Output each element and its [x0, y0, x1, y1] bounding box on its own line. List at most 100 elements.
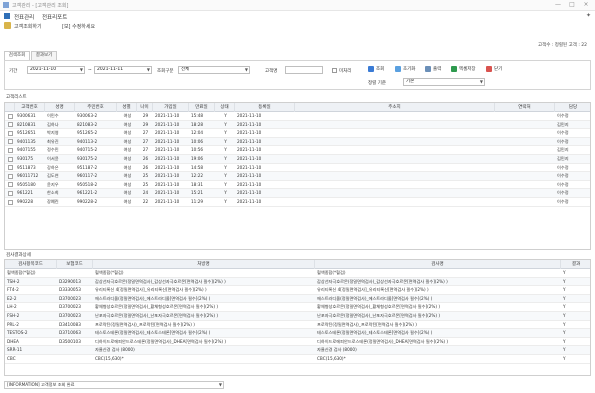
header-expire[interactable]: 만료일 [189, 103, 215, 112]
table-cell: Y [563, 313, 566, 318]
table-row[interactable]: 9300631 이민수 930063-2 여성 29 2021-11-10 15:48 Y 20… [5, 112, 590, 121]
tab-results[interactable]: 결과보기 [31, 51, 57, 60]
name-input[interactable] [285, 66, 323, 74]
table-row[interactable]: LH-2 D3700023 황체형성호르몬(정밀면역검사)_황체형성호르몬[면역검사… [5, 303, 590, 312]
table-row[interactable]: FSH-2 D3700023 난포자극호르몬(정밀면역검사)_난포자극호르몬[면역검… [5, 312, 590, 321]
close-button-label: 닫기 [494, 67, 503, 72]
table-cell: 황체형성호르몬(정밀면역검사)_황체형성호르몬[면역검사 필수](2%) ) [95, 304, 219, 310]
header-resident-no[interactable]: 주민번호 [75, 103, 117, 112]
table-row[interactable]: E2-2 D3700023 에스트라디올(정밀면역검사)_에스트라디올[면역검사 필… [5, 294, 590, 304]
table-cell: 10:06 [191, 138, 204, 144]
sort-select[interactable]: 기본 ▼ [403, 78, 485, 86]
table-row[interactable]: SRR-11 자율신경 검사 (8000) 자율신경 검사 (8000) Y [5, 346, 590, 355]
menu-item-slip-manage[interactable]: 전표관리 [14, 13, 34, 21]
table-cell: 2021-11-10 [237, 130, 262, 136]
customer-table-header: 고객번호 성명 주민번호 성별 나이 가입일 만료일 상태 등록일 주소지 연락… [5, 103, 590, 112]
print-button[interactable]: 출력 [425, 65, 441, 74]
header-test-code[interactable]: 검사항목코드 [5, 260, 57, 269]
row-checkbox[interactable] [7, 173, 13, 179]
row-checkbox[interactable] [7, 190, 13, 196]
table-cell [297, 172, 494, 180]
header-address[interactable]: 주소지 [295, 103, 495, 112]
row-checkbox[interactable] [7, 199, 13, 205]
header-contact[interactable]: 연락처 [495, 103, 555, 112]
table-row[interactable]: CBC CBC(15,630)* CBC(15,630)* Y [5, 355, 590, 364]
row-checkbox[interactable] [7, 122, 13, 128]
search-button[interactable]: 조회 [368, 65, 384, 74]
name-label: 고객명 [265, 69, 278, 74]
table-cell: 2021-11-10 [155, 181, 180, 187]
header-age[interactable]: 나이 [137, 103, 153, 112]
table-cell: 김하나 [47, 121, 59, 127]
table-row[interactable]: 961221 한소희 961221-2 여성 24 2021-11-10 15:21 Y 202… [5, 189, 590, 198]
row-checkbox[interactable] [7, 139, 13, 145]
table-row[interactable]: 9512651 박지영 951265-2 여성 27 2021-11-10 12:04 Y 20… [5, 129, 590, 138]
close-window-button[interactable]: × [579, 1, 593, 9]
row-checkbox[interactable] [7, 165, 13, 171]
close-button[interactable]: 닫기 [486, 65, 502, 74]
header-insurance-code[interactable]: 보험코드 [57, 260, 93, 269]
row-checkbox[interactable] [7, 113, 13, 119]
table-cell [297, 112, 494, 120]
header-join-date[interactable]: 가입일 [153, 103, 189, 112]
status-bar: [INFORMATION] 고객정보 조회 완료 ▼ [4, 381, 591, 390]
header-reg-date[interactable]: 등록일 [235, 103, 295, 112]
header-result[interactable]: 결과 [561, 260, 590, 269]
minimize-button[interactable]: — [551, 1, 565, 9]
table-row[interactable]: PRL-2 D3410083 프로락틴(정밀면역검사)_프로락틴[면역검사 필수](… [5, 321, 590, 330]
table-cell: 김도연 [47, 173, 59, 179]
reset-button[interactable]: 초기화 [395, 65, 415, 74]
table-cell: 2021-11-10 [155, 173, 180, 179]
header-test-name[interactable]: 검사명 [315, 260, 561, 269]
header-name[interactable]: 성명 [45, 103, 75, 112]
date-to-field[interactable]: 2021-11-11 ▼ [94, 66, 152, 74]
table-cell: 혈액종합(*혈검) [317, 270, 346, 275]
table-row[interactable]: 9407155 정수민 940715-2 여성 27 2021-11-10 10:56 Y 20… [5, 146, 590, 155]
table-cell: 940113-2 [77, 138, 98, 144]
table-cell: 이수정 [557, 130, 569, 136]
table-row[interactable]: TSH-2 D3290013 갑상선자극호르몬(정밀면역검사)_갑상선자극호르몬[면… [5, 277, 590, 287]
type-select[interactable]: 전체 ▼ [178, 66, 250, 74]
type-label: 조회구분 [157, 69, 174, 74]
header-customer-no[interactable]: 고객번호 [15, 103, 45, 112]
header-manager[interactable]: 담당 [555, 103, 590, 112]
table-row[interactable]: 96011712 김도연 960117-2 여성 25 2021-11-10 12:22 Y 2… [5, 172, 590, 181]
header-select[interactable] [5, 103, 15, 112]
row-checkbox[interactable] [7, 147, 13, 153]
printer-icon [425, 65, 431, 72]
table-cell: FSH-2 [7, 313, 20, 318]
excel-export-button[interactable]: 엑셀저장 [451, 65, 476, 74]
unprocessed-checkbox[interactable] [332, 68, 337, 73]
table-row[interactable]: 990228 장예린 990228-2 여성 22 2021-11-10 11:29 Y 202… [5, 198, 590, 207]
folder-icon [4, 22, 11, 29]
table-cell: 22 [142, 199, 149, 204]
table-cell: 여성 [123, 164, 132, 170]
table-row[interactable]: 8210831 김하나 821083-2 여성 29 2021-11-10 18:28 Y 20… [5, 120, 590, 130]
table-row[interactable]: DHEA D3500103 디하이드로에피안드로스테론(정밀면역검사)_DHEA[면… [5, 338, 590, 347]
table-row[interactable]: TESTOS-2 D3710063 테스토스테론(정밀면역검사)_테스토스테론[면역… [5, 329, 590, 338]
table-cell: CBC [7, 356, 16, 361]
status-message: [INFORMATION] 고객정보 조회 완료 ▼ [4, 381, 224, 389]
row-checkbox[interactable] [7, 156, 13, 162]
header-prescription[interactable]: 처방명 [93, 260, 315, 269]
table-row[interactable]: 9505180 윤지우 950518-2 여성 25 2021-11-10 18:31 Y 20… [5, 181, 590, 190]
breadcrumb-item-customer[interactable]: 고객조회하기 [14, 23, 42, 30]
tab-search[interactable]: 검색조회 [4, 51, 30, 60]
breadcrumb-item-edit[interactable]: [보] 수정하세요 [62, 23, 95, 30]
maximize-button[interactable]: □ [565, 1, 579, 9]
row-checkbox[interactable] [7, 182, 13, 188]
table-row[interactable]: 9511873 강하은 951187-2 여성 26 2021-11-10 14:58 Y 20… [5, 164, 590, 173]
table-row[interactable]: FT4-2 D3330053 유리티록신 4[정밀면역검사]_유리티록신[면역검사 … [5, 286, 590, 295]
row-checkbox[interactable] [7, 130, 13, 136]
header-status[interactable]: 상태 [215, 103, 235, 112]
table-cell: 여성 [123, 138, 132, 144]
table-cell: 29 [142, 113, 149, 118]
table-cell: 25 [142, 173, 149, 179]
date-from-field[interactable]: 2021-11-10 ▼ [27, 66, 85, 74]
table-row[interactable]: 930175 이서윤 930175-2 여성 26 2021-11-10 19:06 Y 202… [5, 155, 590, 164]
header-gender[interactable]: 성별 [117, 103, 137, 112]
pin-icon[interactable]: ✦ [586, 12, 591, 19]
table-row[interactable]: 혈액종합(*혈검) 혈액종합(*혈검) 혈액종합(*혈검) Y [5, 269, 590, 278]
menu-item-slip-report[interactable]: 전표리포트 [42, 13, 67, 21]
table-row[interactable]: 9401135 최유진 940113-2 여성 27 2021-11-10 10:06 Y 20… [5, 137, 590, 147]
